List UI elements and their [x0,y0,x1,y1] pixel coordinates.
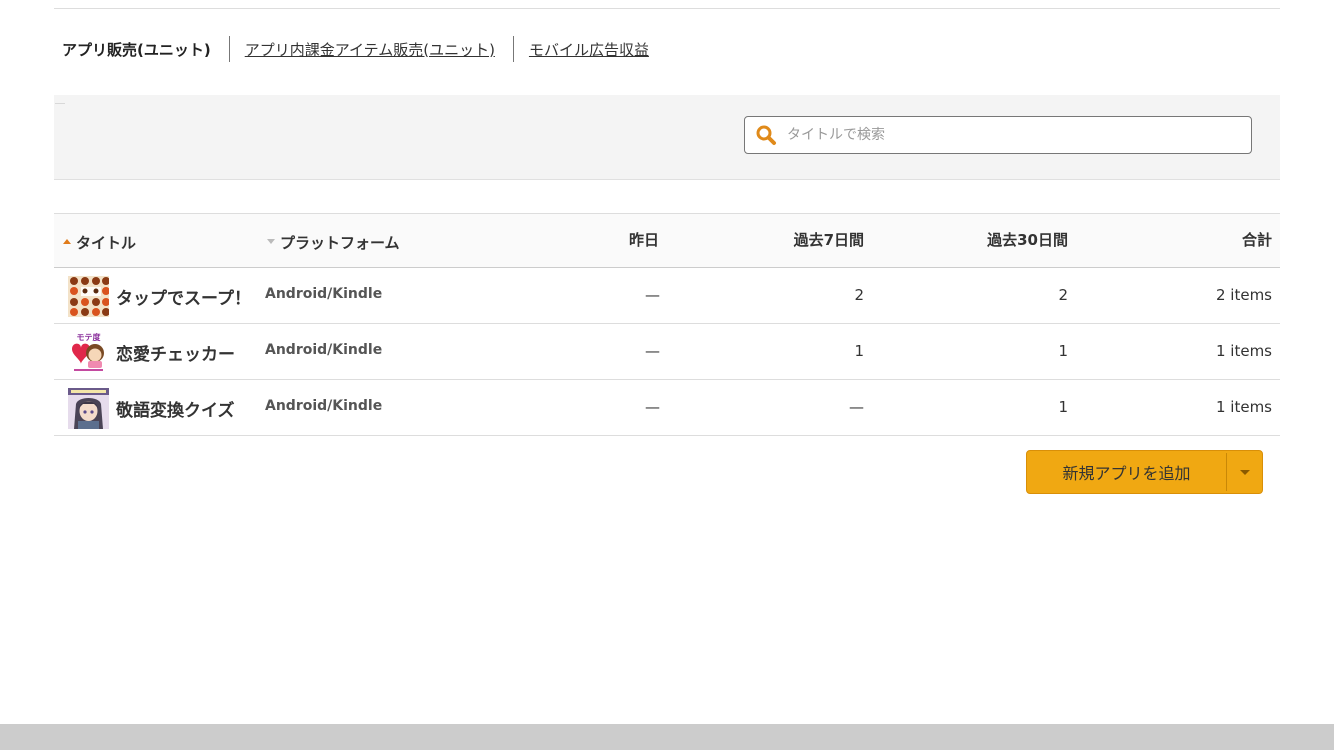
search-toolbar [54,95,1280,180]
table-row[interactable]: 敬語変換クイズ Android/Kindle — — 1 1 items [54,380,1280,436]
tab-app-sales[interactable]: アプリ販売(ユニット) [62,39,211,60]
apps-table: タイトル プラットフォーム 昨日 過去7日間 過去30日間 合計 タップでスープ… [54,213,1280,436]
last7-cell: — [849,398,864,416]
soup-app-thumbnail-icon [68,276,109,317]
add-app-split-button: 新規アプリを追加 [1026,450,1263,494]
yesterday-cell: — [645,398,660,416]
thumb-label: モテ度 [77,332,102,342]
total-cell: 1 items [1215,398,1272,416]
page: アプリ販売(ユニット) アプリ内課金アイテム販売(ユニット) モバイル広告収益 … [0,0,1334,750]
header-last7: 過去7日間 [793,231,864,249]
header-platform[interactable]: プラットフォーム [267,232,400,253]
toolbar-mark [55,103,65,104]
last7-cell: 1 [854,342,864,360]
total-cell: 2 items [1215,286,1272,304]
keigo-quiz-app-thumbnail-icon [68,388,109,429]
platform-cell: Android/Kindle [265,398,383,414]
tab-mobile-ads[interactable]: モバイル広告収益 [529,39,649,60]
table-header: タイトル プラットフォーム 昨日 過去7日間 過去30日間 合計 [54,213,1280,268]
sort-descending-icon [267,239,275,244]
platform-cell: Android/Kindle [265,342,383,358]
app-title-link[interactable]: タップでスープ！ [116,284,251,309]
table-row[interactable]: タップでスープ！ Android/Kindle — 2 2 2 items [54,268,1280,324]
add-app-dropdown-toggle[interactable] [1227,451,1262,493]
top-divider [54,8,1280,9]
header-last30: 過去30日間 [987,231,1068,249]
total-cell: 1 items [1215,342,1272,360]
tab-divider [228,36,230,62]
header-title[interactable]: タイトル [63,232,136,253]
last30-cell: 1 [1058,342,1068,360]
add-app-button[interactable]: 新規アプリを追加 [1027,451,1226,493]
app-title-link[interactable]: 恋愛チェッカー [116,340,235,365]
last30-cell: 1 [1058,398,1068,416]
search-box[interactable] [744,116,1252,154]
chevron-down-icon [1239,469,1250,475]
sort-ascending-icon [63,239,71,244]
last7-cell: 2 [854,286,864,304]
yesterday-cell: — [645,342,660,360]
tab-divider [512,36,514,62]
header-yesterday: 昨日 [628,231,659,249]
header-platform-label: プラットフォーム [280,234,400,252]
table-row[interactable]: モテ度 恋愛チェッカー Android/Kindle — 1 1 1 items [54,324,1280,380]
header-title-label: タイトル [76,234,137,252]
yesterday-cell: — [645,286,660,304]
platform-cell: Android/Kindle [265,286,383,302]
tab-in-app-sales[interactable]: アプリ内課金アイテム販売(ユニット) [245,39,495,60]
search-icon [756,125,776,145]
footer-bar [0,724,1334,750]
app-title-link[interactable]: 敬語変換クイズ [116,396,235,421]
love-checker-app-thumbnail-icon: モテ度 [68,332,109,373]
header-total: 合計 [1241,231,1272,249]
report-tabs: アプリ販売(ユニット) アプリ内課金アイテム販売(ユニット) モバイル広告収益 [62,36,649,62]
search-input[interactable] [785,119,1251,151]
last30-cell: 2 [1058,286,1068,304]
